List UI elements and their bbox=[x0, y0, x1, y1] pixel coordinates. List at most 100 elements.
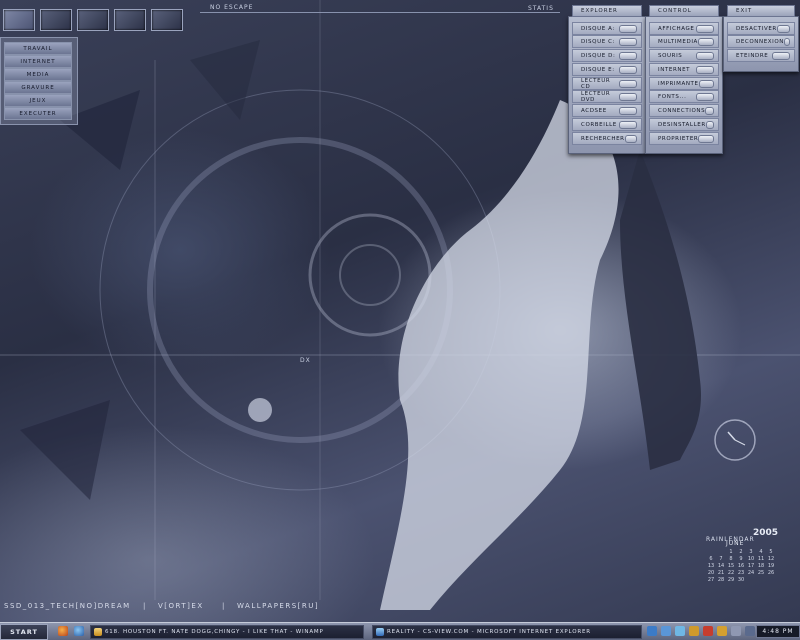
desktop-wallpaper: NO ESCAPE STATIS TRAVAIL INTERNET MEDIA … bbox=[0, 0, 800, 622]
calendar-day[interactable]: 26 bbox=[766, 570, 776, 576]
top-title-bar: NO ESCAPE bbox=[200, 3, 560, 13]
tray-antivirus-icon[interactable] bbox=[703, 626, 713, 636]
calendar-month: JUNE bbox=[726, 540, 745, 547]
left-launcher-menu: TRAVAIL INTERNET MEDIA GRAVURE JEUX EXEC… bbox=[0, 37, 78, 125]
desktop-thumb-1[interactable] bbox=[3, 9, 35, 31]
calendar-days-grid: 1 2 3 4 5 6 7 8 9 10 11 12 13 14 15 16 17 18 19 20 21 22 23 24 2… bbox=[706, 549, 776, 583]
explorer-item-lecteur-cd[interactable]: Lecteur CD bbox=[572, 77, 642, 90]
control-item-connections[interactable]: Connections bbox=[649, 104, 719, 117]
calendar-day[interactable]: 30 bbox=[736, 577, 746, 583]
start-button[interactable]: START bbox=[0, 624, 48, 640]
calendar-day[interactable]: 15 bbox=[726, 563, 736, 569]
tray-network-icon[interactable] bbox=[661, 626, 671, 636]
top-right-tag: STATIS bbox=[528, 5, 554, 12]
control-header[interactable]: CONTROL bbox=[649, 5, 719, 17]
calendar-day[interactable]: 10 bbox=[746, 556, 756, 562]
explorer-item-rechercher[interactable]: Rechercher bbox=[572, 132, 642, 145]
calendar-day[interactable]: 12 bbox=[766, 556, 776, 562]
caption-right: WALLPAPERS[RU] bbox=[237, 602, 320, 610]
explorer-panel: EXPLORER Disque A: Disque C: Disque D: D… bbox=[568, 5, 646, 154]
calendar-day[interactable]: 24 bbox=[746, 570, 756, 576]
explorer-header[interactable]: EXPLORER bbox=[572, 5, 642, 17]
taskbar-clock[interactable]: 4:48 PM bbox=[756, 625, 800, 638]
left-menu-executer[interactable]: EXECUTER bbox=[4, 107, 72, 120]
taskbar-item-winamp[interactable]: 618. HOUSTON FT. NATE DOGG,CHINGY - I LI… bbox=[90, 625, 364, 639]
calendar-day[interactable]: 19 bbox=[766, 563, 776, 569]
control-item-souris[interactable]: Souris bbox=[649, 49, 719, 62]
calendar-day[interactable]: 5 bbox=[766, 549, 776, 555]
calendar-day[interactable]: 22 bbox=[726, 570, 736, 576]
wallpaper-dx-label: DX bbox=[300, 357, 311, 364]
calendar-day[interactable]: 18 bbox=[756, 563, 766, 569]
tray-messenger-icon[interactable] bbox=[675, 626, 685, 636]
tray-updater-icon[interactable] bbox=[717, 626, 727, 636]
calendar-day[interactable]: 28 bbox=[716, 577, 726, 583]
calendar-day[interactable]: 13 bbox=[706, 563, 716, 569]
left-menu-gravure[interactable]: GRAVURE bbox=[4, 81, 72, 94]
calendar-day[interactable]: 27 bbox=[706, 577, 716, 583]
calendar-day[interactable]: 17 bbox=[746, 563, 756, 569]
explorer-item-disque-d[interactable]: Disque D: bbox=[572, 49, 642, 62]
explorer-item-disque-a[interactable]: Disque A: bbox=[572, 22, 642, 35]
left-menu-media[interactable]: MEDIA bbox=[4, 68, 72, 81]
winamp-icon bbox=[94, 628, 102, 636]
control-item-imprimante[interactable]: Imprimante bbox=[649, 77, 719, 90]
calendar-blank bbox=[706, 549, 716, 555]
caption-sep-2: | bbox=[222, 602, 226, 610]
caption-sep-1: | bbox=[143, 602, 147, 610]
control-item-multimedia[interactable]: Multimedia bbox=[649, 35, 719, 48]
explorer-item-disque-c[interactable]: Disque C: bbox=[572, 35, 642, 48]
control-item-desinstaller[interactable]: Desinstaller bbox=[649, 118, 719, 131]
calendar-day[interactable]: 23 bbox=[736, 570, 746, 576]
exit-header[interactable]: EXIT bbox=[727, 5, 795, 17]
top-title: NO ESCAPE bbox=[210, 4, 254, 11]
desktop-thumb-5[interactable] bbox=[151, 9, 183, 31]
calendar-day[interactable]: 25 bbox=[756, 570, 766, 576]
control-item-internet[interactable]: Internet bbox=[649, 63, 719, 76]
desktop-thumb-4[interactable] bbox=[114, 9, 146, 31]
calendar-day[interactable]: 14 bbox=[716, 563, 726, 569]
calendar-day[interactable]: 4 bbox=[756, 549, 766, 555]
desktop-thumb-2[interactable] bbox=[40, 9, 72, 31]
explorer-item-lecteur-dvd[interactable]: Lecteur DVD bbox=[572, 90, 642, 103]
ie-window-icon bbox=[376, 628, 384, 636]
calendar-day[interactable]: 1 bbox=[726, 549, 736, 555]
explorer-item-acdsee[interactable]: ACDSee bbox=[572, 104, 642, 117]
tray-volume-icon[interactable] bbox=[731, 626, 741, 636]
control-item-fonts[interactable]: Fonts... bbox=[649, 90, 719, 103]
calendar-day[interactable]: 7 bbox=[716, 556, 726, 562]
taskbar: START 618. HOUSTON FT. NATE DOGG,CHINGY … bbox=[0, 622, 800, 640]
left-menu-travail[interactable]: TRAVAIL bbox=[4, 42, 72, 55]
rainlendar-calendar: RAINLENDAR 2005 JUNE 1 2 3 4 5 6 7 8 9 10 11 12 13 14… bbox=[706, 526, 779, 583]
left-menu-internet[interactable]: INTERNET bbox=[4, 55, 72, 68]
wallpaper-caption: SSD_013_TECH[NO]DREAM | V[ORT]EX | WALLP… bbox=[0, 600, 800, 614]
caption-left: SSD_013_TECH[NO]DREAM bbox=[4, 602, 131, 610]
ie-icon[interactable] bbox=[74, 626, 84, 636]
exit-item-desactiver[interactable]: Desactiver bbox=[727, 22, 795, 35]
calendar-day[interactable]: 3 bbox=[746, 549, 756, 555]
calendar-day[interactable]: 8 bbox=[726, 556, 736, 562]
calendar-day[interactable]: 11 bbox=[756, 556, 766, 562]
desktop-thumb-3[interactable] bbox=[77, 9, 109, 31]
tray-shield-icon[interactable] bbox=[647, 626, 657, 636]
control-item-proprieter[interactable]: Proprieter bbox=[649, 132, 719, 145]
exit-item-eteindre[interactable]: Eteindre bbox=[727, 49, 795, 62]
calendar-day[interactable]: 6 bbox=[706, 556, 716, 562]
calendar-day[interactable]: 21 bbox=[716, 570, 726, 576]
explorer-item-corbeille[interactable]: Corbeille bbox=[572, 118, 642, 131]
calendar-day[interactable]: 29 bbox=[726, 577, 736, 583]
caption-mid: V[ORT]EX bbox=[158, 602, 204, 610]
calendar-day[interactable]: 2 bbox=[736, 549, 746, 555]
calendar-year: 2005 bbox=[753, 528, 779, 538]
tray-display-icon[interactable] bbox=[745, 626, 755, 636]
calendar-day[interactable]: 9 bbox=[736, 556, 746, 562]
control-item-affichage[interactable]: Affichage bbox=[649, 22, 719, 35]
firefox-icon[interactable] bbox=[58, 626, 68, 636]
taskbar-item-ie[interactable]: REALITY - CS-VIEW.COM - MICROSOFT INTERN… bbox=[372, 625, 642, 639]
left-menu-jeux[interactable]: JEUX bbox=[4, 94, 72, 107]
calendar-day[interactable]: 20 bbox=[706, 570, 716, 576]
tray-winamp-icon[interactable] bbox=[689, 626, 699, 636]
explorer-item-disque-e[interactable]: Disque E: bbox=[572, 63, 642, 76]
calendar-day[interactable]: 16 bbox=[736, 563, 746, 569]
exit-item-deconnexion[interactable]: Deconnexion bbox=[727, 35, 795, 48]
